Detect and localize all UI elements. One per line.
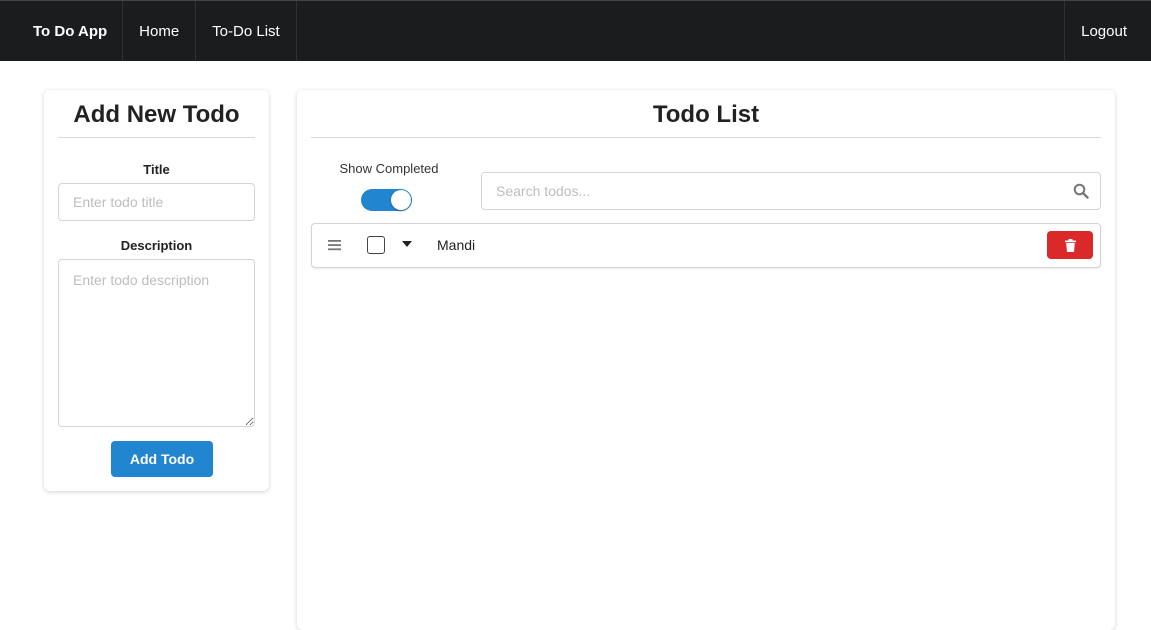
todo-item-title: Mandi — [437, 237, 476, 253]
search-box — [481, 172, 1101, 210]
trash-icon — [1064, 238, 1076, 252]
logout-link[interactable]: Logout — [1064, 1, 1151, 61]
show-completed-label: Show Completed — [339, 161, 439, 176]
todo-list-heading: Todo List — [311, 101, 1101, 138]
add-todo-card: Add New Todo Title Description Add Todo — [44, 90, 269, 491]
nav-home-link[interactable]: Home — [123, 1, 197, 61]
title-label: Title — [143, 162, 170, 177]
caret-down-icon[interactable] — [402, 241, 412, 248]
title-input[interactable] — [58, 183, 255, 221]
search-icon[interactable] — [1073, 183, 1089, 199]
todo-list-card: Todo List Show Completed Mandi — [297, 90, 1115, 630]
drag-handle-icon[interactable] — [328, 238, 342, 252]
add-todo-heading: Add New Todo — [58, 101, 255, 138]
search-input[interactable] — [482, 173, 1062, 209]
todo-item: Mandi — [311, 223, 1101, 268]
description-label: Description — [120, 238, 193, 253]
toggle-knob — [391, 190, 411, 210]
nav-todo-list-link[interactable]: To-Do List — [196, 1, 297, 61]
top-navbar: To Do App Home To-Do List Logout — [0, 0, 1151, 61]
description-textarea[interactable] — [58, 259, 255, 427]
delete-todo-button[interactable] — [1047, 231, 1093, 259]
todo-complete-checkbox[interactable] — [367, 236, 385, 254]
nav-brand[interactable]: To Do App — [0, 1, 124, 61]
show-completed-toggle[interactable] — [361, 189, 412, 211]
add-todo-button[interactable]: Add Todo — [111, 441, 213, 477]
